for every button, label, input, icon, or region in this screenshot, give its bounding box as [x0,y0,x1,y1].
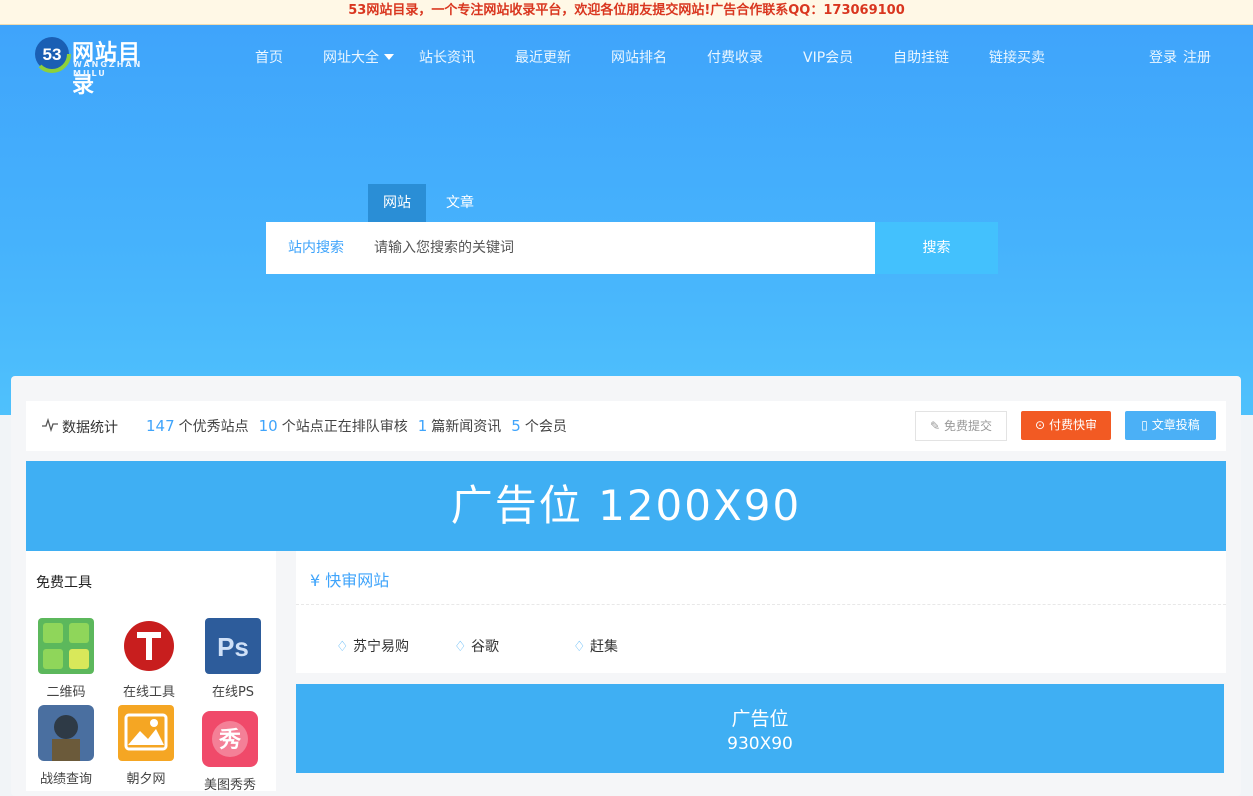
nav-directory-label: 网址大全 [323,50,379,66]
quick-site-ganji-label: 赶集 [590,639,619,655]
tools-title: 免费工具 [36,575,92,591]
tool-ps-label: 在线PS [211,685,255,700]
diamond-icon: ♢ [336,639,349,655]
pending-count: 10 [258,417,278,435]
sites-text: 个优秀站点 [178,419,249,435]
members-count: 5 [511,417,521,435]
tool-qrcode[interactable]: 二维码 [31,618,101,700]
diamond-icon: ♢ [573,639,586,655]
yen-icon: ¥ [310,571,321,590]
nav-recent[interactable]: 最近更新 [515,47,571,67]
game-avatar-icon [38,705,94,761]
news-count: 1 [417,417,428,435]
pencil-icon: ✎ [930,419,941,433]
search-button[interactable]: 搜索 [875,222,998,274]
search-box: 站内搜索 请输入您搜索的关键词 搜索 [266,222,998,274]
article-submit-label: 文章投稿 [1151,418,1200,432]
notice-text: 53网站目录，一个专注网站收录平台，欢迎各位朋友提交网站!广告合作联系QQ：17… [348,3,905,18]
tool-stats-label: 战绩查询 [39,772,92,787]
tool-online[interactable]: 在线工具 [114,618,184,700]
svg-text:53: 53 [43,45,62,64]
tool-zhaoxi[interactable]: 朝夕网 [111,705,181,787]
document-icon: ▯ [1141,418,1148,432]
stats-title: 数据统计 [62,420,118,436]
tool-meitu-label: 美图秀秀 [203,778,256,793]
quick-review-title: 快审网站 [325,571,390,590]
image-icon [118,705,174,761]
nav-linktrade[interactable]: 链接买卖 [989,47,1045,67]
news-text: 篇新闻资讯 [431,419,502,435]
paid-review-label: 付费快审 [1048,418,1097,432]
pulse-icon [42,417,58,433]
auth-links: 登录 注册 [1149,47,1211,67]
free-submit-button[interactable]: ✎ 免费提交 [915,411,1007,441]
hero-header: 53 网站目录 WANGZHAN MULU 首页 网址大全 站长资讯 最近更新 … [0,25,1253,415]
stats-bar: 数据统计 147 个优秀站点 10 个站点正在排队审核 1 篇新闻资讯 5 个会员 ✎ 免费提… [26,401,1226,451]
quick-site-ganji[interactable]: ♢ 赶集 [573,636,618,656]
members-text: 个会员 [524,419,567,435]
top-notice-bar: 53网站目录，一个专注网站收录平台，欢迎各位朋友提交网站!广告合作联系QQ：17… [0,0,1253,25]
tool-meitu[interactable]: 秀 美图秀秀 [195,711,265,793]
tool-qrcode-label: 二维码 [46,685,86,700]
sites-count: 147 [146,417,175,435]
svg-text:秀: 秀 [218,728,241,753]
diamond-icon: ♢ [454,639,467,655]
logo-mark-icon: 53 [33,35,71,73]
caret-down-icon [384,54,394,60]
nav-vip[interactable]: VIP会员 [803,47,853,67]
yen-circle-icon: ⊙ [1035,418,1046,432]
nav-ranking[interactable]: 网站排名 [611,47,667,67]
quick-review-header: ¥ 快审网站 [310,567,389,591]
nav-home[interactable]: 首页 [255,47,283,67]
quick-site-suning[interactable]: ♢ 苏宁易购 [336,636,409,656]
nav-paid[interactable]: 付费收录 [707,47,763,67]
photoshop-icon: Ps [205,618,261,674]
search-scope-label: 站内搜索 [266,222,366,274]
nav-news[interactable]: 站长资讯 [419,47,475,67]
pending-text: 个站点正在排队审核 [281,419,408,435]
tool-stats[interactable]: 战绩查询 [31,705,101,787]
meitu-icon: 秀 [202,711,258,767]
quick-site-suning-label: 苏宁易购 [353,639,410,655]
tool-ps[interactable]: Ps 在线PS [198,618,268,700]
nav-directory[interactable]: 网址大全 [323,47,394,67]
free-tools-panel: 免费工具 二维码 在线工具 Ps 在线PS 战绩查询 朝夕网 秀 美图秀秀 [26,551,276,793]
ad-small-line1: 广告位 [731,708,789,730]
tool-online-label: 在线工具 [122,685,175,700]
stats-summary: 147 个优秀站点 10 个站点正在排队审核 1 篇新闻资讯 5 个会员 [146,416,567,436]
site-logo[interactable]: 53 网站目录 WANGZHAN MULU [32,33,162,98]
ad-banner-1200[interactable]: 广告位 1200X90 [26,461,1226,551]
article-submit-button[interactable]: ▯ 文章投稿 [1125,411,1216,440]
svg-text:Ps: Ps [217,632,249,662]
register-link[interactable]: 注册 [1183,50,1211,66]
paid-review-button[interactable]: ⊙ 付费快审 [1021,411,1111,440]
nav-selflink[interactable]: 自助挂链 [893,47,949,67]
tab-website[interactable]: 网站 [368,184,426,222]
login-link[interactable]: 登录 [1149,50,1177,66]
free-submit-label: 免费提交 [943,419,992,433]
quick-site-google[interactable]: ♢ 谷歌 [454,636,499,656]
logo-subtitle: WANGZHAN MULU [73,60,143,78]
t-logo-icon [124,621,174,671]
search-input[interactable]: 请输入您搜索的关键词 [366,222,875,274]
ad-banner-930[interactable]: 广告位 930X90 [296,684,1224,773]
quick-review-panel: ¥ 快审网站 ♢ 苏宁易购 ♢ 谷歌 ♢ 赶集 [296,551,1226,673]
quick-site-google-label: 谷歌 [471,639,500,655]
ad-small-line2: 930X90 [727,734,793,754]
tool-zhaoxi-label: 朝夕网 [126,772,166,787]
qrcode-icon [38,618,94,674]
divider [296,604,1226,605]
tab-article[interactable]: 文章 [440,184,480,222]
